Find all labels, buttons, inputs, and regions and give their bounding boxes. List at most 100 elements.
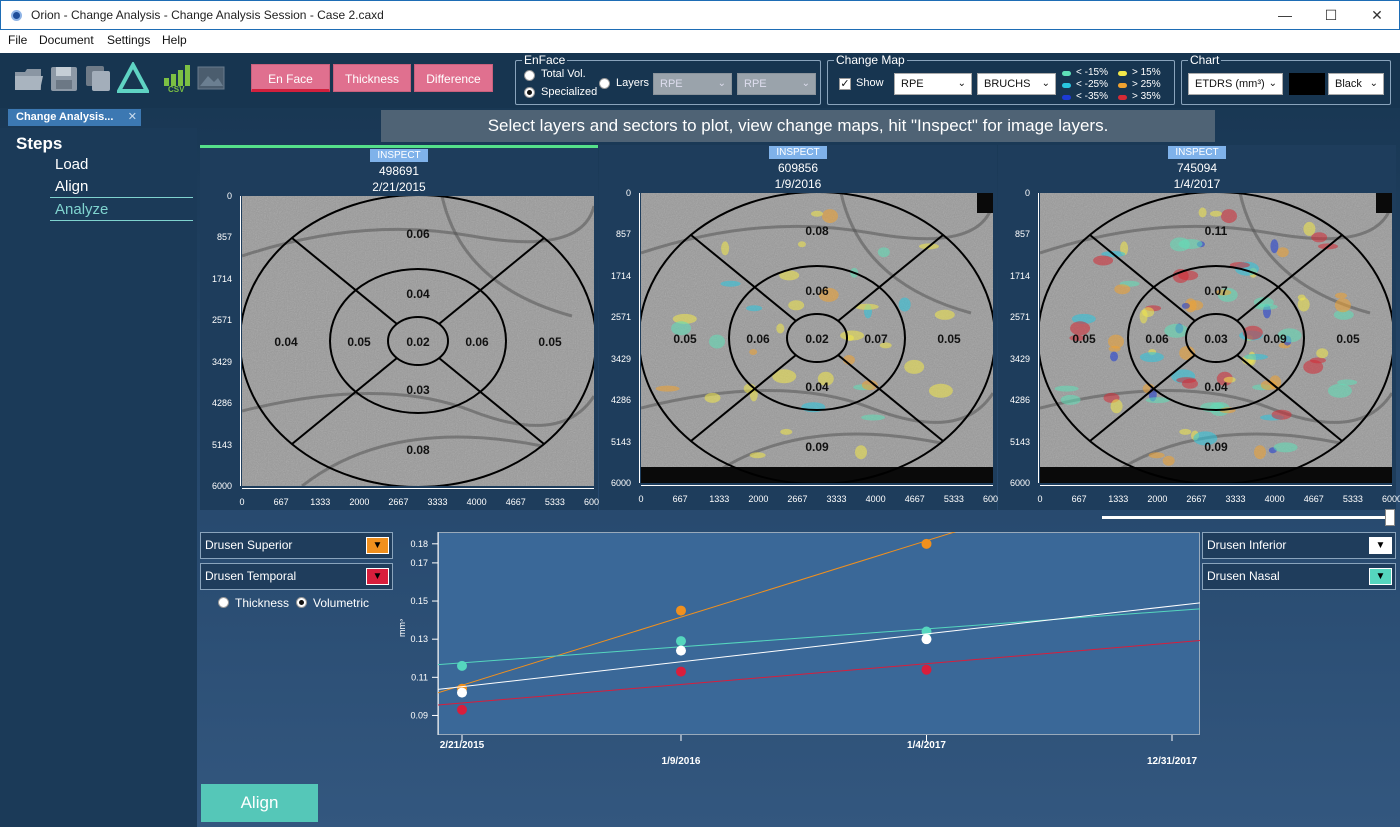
- menu-settings[interactable]: Settings: [107, 33, 150, 47]
- menu-document[interactable]: Document: [39, 33, 94, 47]
- fundus-image[interactable]: 0.11 0.07 0.05 0.06 0.03 0.09 0.05 0.04 0.09: [1040, 193, 1392, 483]
- legend-swatch: [1062, 71, 1071, 76]
- legend-swatch: [1062, 83, 1071, 88]
- x-axis: [641, 485, 993, 486]
- difference-button[interactable]: Difference: [414, 64, 493, 92]
- drusen-inferior-selector[interactable]: Drusen Inferior ▼: [1202, 532, 1396, 559]
- app-icon: [11, 10, 22, 21]
- x-tick-label: 4000: [1264, 494, 1285, 504]
- session-tab[interactable]: Change Analysis... ✕: [8, 109, 141, 126]
- inspect-button[interactable]: INSPECT: [769, 146, 827, 159]
- legend-label: < -15%: [1076, 67, 1108, 78]
- align-tool-icon[interactable]: [115, 60, 151, 94]
- drusen-superior-selector[interactable]: Drusen Superior ▼: [200, 532, 393, 559]
- chart-color-value: Black: [1335, 78, 1362, 90]
- enface-layer2-value: RPE: [744, 78, 767, 90]
- sector-value-outer-bottom: 0.08: [406, 443, 430, 457]
- instruction-banner: Select layers and sectors to plot, view …: [381, 110, 1215, 142]
- menu-help[interactable]: Help: [162, 33, 187, 47]
- sector-value-outer-top: 0.08: [805, 224, 829, 238]
- minimize-button[interactable]: —: [1262, 1, 1308, 29]
- y-tick-label: 1714: [211, 273, 232, 284]
- show-label: Show: [856, 77, 884, 89]
- change-map-layer1-select[interactable]: RPE ⌄: [894, 73, 972, 95]
- chevron-down-icon[interactable]: ▼: [1369, 568, 1392, 585]
- scan-date: 1/9/2016: [774, 177, 822, 191]
- sector-value-outer-left: 0.04: [274, 335, 298, 349]
- scan-panel-2[interactable]: INSPECT 609856 1/9/2016 0 857 1714 2571 3429 428…: [599, 145, 1003, 510]
- scan-panel-3[interactable]: INSPECT 745094 1/4/2017 0 857 1714 2571 3429 428…: [998, 145, 1400, 510]
- data-point[interactable]: [457, 704, 467, 715]
- close-button[interactable]: ✕: [1354, 1, 1400, 29]
- inspect-button[interactable]: INSPECT: [370, 149, 428, 162]
- drusen-temporal-selector[interactable]: Drusen Temporal ▼: [200, 563, 393, 590]
- save-copy-icon[interactable]: [83, 62, 115, 94]
- y-tick-label: 3429: [1009, 353, 1030, 364]
- enface-legend: EnFace: [524, 53, 566, 67]
- color-swatch[interactable]: [1289, 73, 1325, 95]
- scan-panel-1[interactable]: INSPECT 498691 2/21/2015 0 857 1714 2571 3429 42…: [200, 145, 604, 510]
- x-tick-label: 667: [672, 494, 688, 504]
- menu-file[interactable]: File: [8, 33, 27, 47]
- specialized-radio[interactable]: [524, 87, 535, 98]
- drusen-superior-label: Drusen Superior: [205, 538, 293, 552]
- open-folder-icon[interactable]: [13, 62, 45, 94]
- opacity-slider-thumb[interactable]: [1385, 509, 1395, 526]
- data-point[interactable]: [921, 538, 932, 549]
- chart-group-legend: Chart: [1190, 53, 1220, 67]
- thickness-radio[interactable]: [218, 597, 229, 608]
- fundus-image[interactable]: 0.08 0.06 0.05 0.06 0.02 0.07 0.05 0.04 0.09: [641, 193, 993, 483]
- show-checkbox[interactable]: ✓: [839, 78, 851, 90]
- inspect-button[interactable]: INSPECT: [1168, 146, 1226, 159]
- x-tick-label: 2000: [349, 497, 370, 507]
- csv-label: CSV: [168, 85, 185, 94]
- volumetric-radio[interactable]: [296, 597, 307, 608]
- data-point[interactable]: [675, 645, 686, 656]
- data-point[interactable]: [457, 687, 467, 698]
- save-icon[interactable]: [48, 62, 80, 94]
- chevron-down-icon[interactable]: ▼: [366, 568, 389, 585]
- trend-line-3: [438, 639, 1200, 706]
- data-point[interactable]: [675, 666, 686, 677]
- image-export-icon[interactable]: [196, 62, 228, 94]
- sector-value-outer-top: 0.11: [1204, 224, 1228, 238]
- layers-radio[interactable]: [599, 78, 610, 89]
- maximize-button[interactable]: ☐: [1308, 1, 1354, 29]
- x-tick-label: 0: [638, 494, 644, 504]
- sector-value-outer-bottom: 0.09: [1204, 440, 1228, 454]
- drusen-nasal-selector[interactable]: Drusen Nasal ▼: [1202, 563, 1396, 590]
- step-analyze[interactable]: Analyze: [55, 201, 108, 218]
- drusen-temporal-label: Drusen Temporal: [205, 569, 297, 583]
- data-point[interactable]: [921, 664, 932, 675]
- y-tick-label: 2571: [610, 312, 631, 323]
- step-align[interactable]: Align: [55, 178, 88, 195]
- x-tick-label: 5333: [544, 497, 565, 507]
- opacity-slider-track[interactable]: [1102, 516, 1390, 519]
- en-face-button[interactable]: En Face: [251, 64, 330, 92]
- y-tick-label: 2571: [1009, 312, 1030, 323]
- chevron-down-icon[interactable]: ▼: [366, 537, 389, 554]
- data-point[interactable]: [921, 634, 932, 645]
- sector-value-center: 0.02: [805, 332, 829, 346]
- enface-layer2-select[interactable]: RPE ⌄: [737, 73, 816, 95]
- fundus-image[interactable]: 0.06 0.04 0.04 0.05 0.02 0.06 0.05 0.03 0.08: [242, 196, 594, 486]
- close-icon[interactable]: ✕: [128, 109, 137, 126]
- chevron-down-icon[interactable]: ▼: [1369, 537, 1392, 554]
- data-point[interactable]: [675, 605, 686, 616]
- sector-value-outer-right: 0.05: [538, 335, 562, 349]
- step-load[interactable]: Load: [55, 156, 88, 173]
- chart-y-tick: 0.11: [411, 672, 428, 682]
- data-point[interactable]: [457, 660, 467, 671]
- csv-export-icon[interactable]: CSV: [160, 62, 192, 94]
- chart-measure-select[interactable]: ETDRS (mm³) ⌄: [1188, 73, 1283, 95]
- data-point[interactable]: [675, 636, 686, 647]
- chart-color-select[interactable]: Black ⌄: [1328, 73, 1384, 95]
- chevron-down-icon: ⌄: [957, 78, 966, 89]
- sector-value-outer-bottom: 0.09: [805, 440, 829, 454]
- align-button[interactable]: Align: [201, 784, 318, 822]
- specialized-label: Specialized: [541, 86, 598, 98]
- enface-layer1-select[interactable]: RPE ⌄: [653, 73, 732, 95]
- change-map-layer2-select[interactable]: BRUCHS ⌄: [977, 73, 1056, 95]
- total-vol-radio[interactable]: [524, 70, 535, 81]
- thickness-button[interactable]: Thickness: [333, 64, 411, 92]
